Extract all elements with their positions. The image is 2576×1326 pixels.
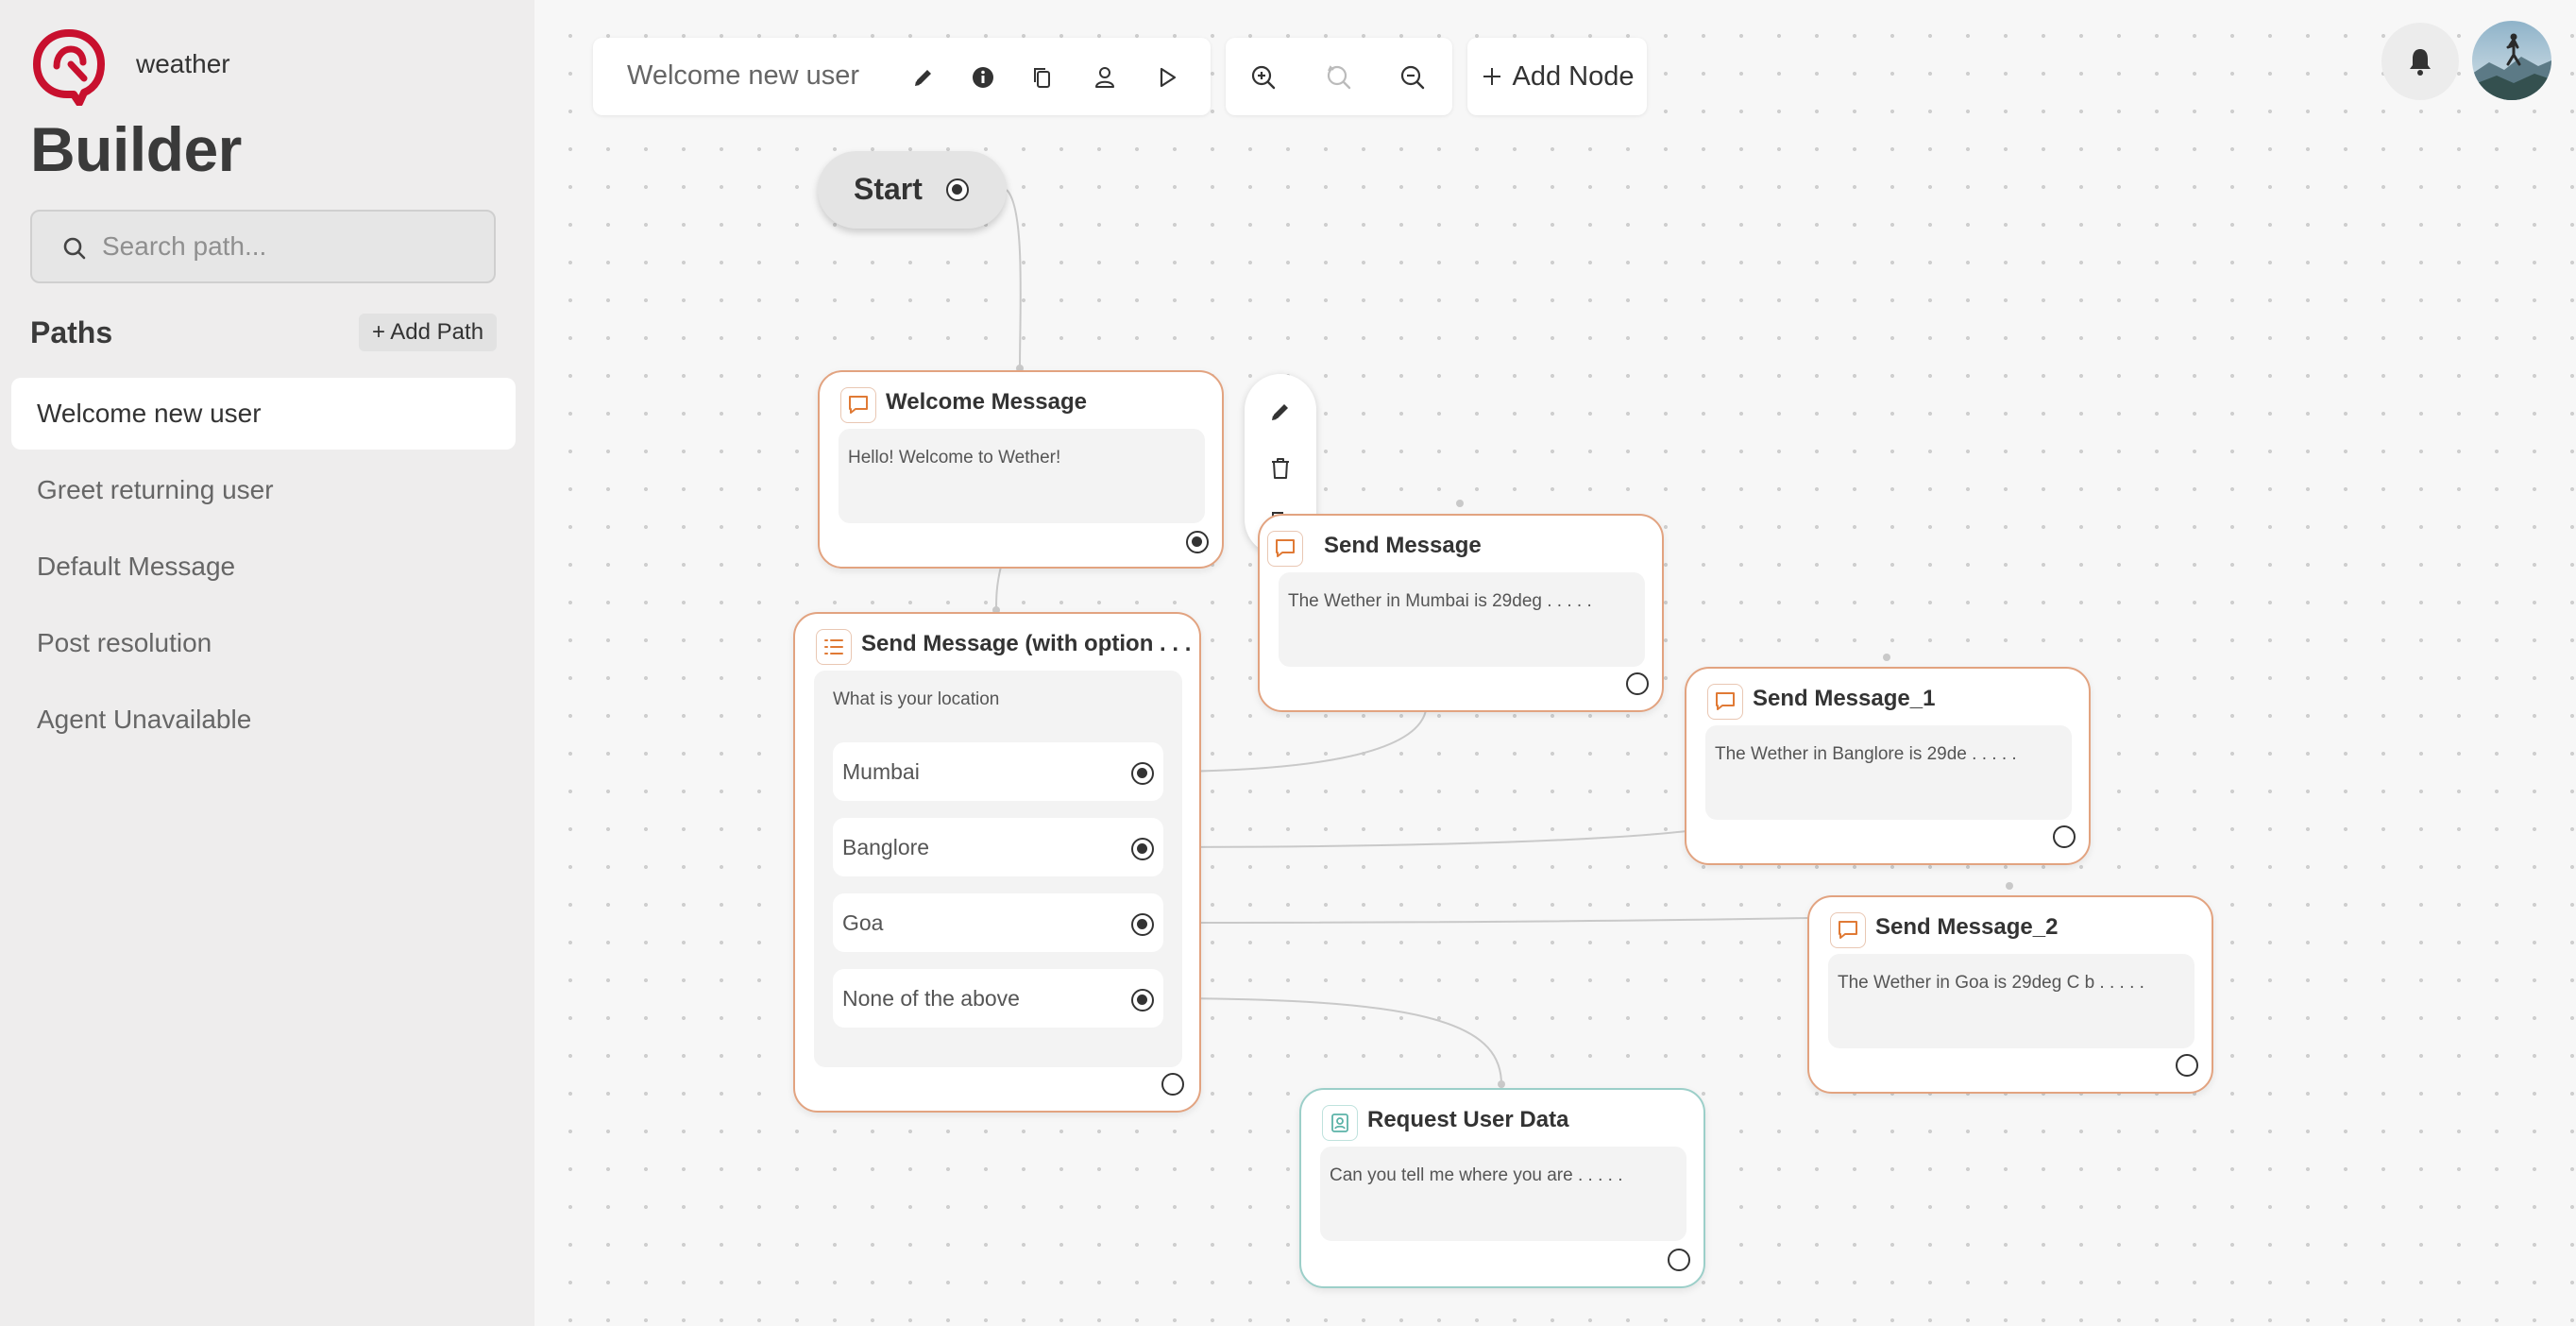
path-item-greet-returning-user[interactable]: Greet returning user — [11, 454, 516, 526]
start-output-handle[interactable] — [946, 178, 969, 201]
node-text: The Wether in Goa is 29deg C b . . . . . — [1828, 954, 2195, 1048]
option-none-of-the-above[interactable]: None of the above — [833, 969, 1163, 1028]
node-welcome-message[interactable]: Welcome Message Hello! Welcome to Wether… — [818, 370, 1224, 569]
list-icon — [816, 629, 852, 665]
node-request-user-data[interactable]: Request User Data Can you tell me where … — [1299, 1088, 1705, 1288]
node-send-message-2[interactable]: Send Message_2 The Wether in Goa is 29de… — [1807, 895, 2213, 1094]
edit-icon[interactable] — [1265, 397, 1296, 427]
option-label: Goa — [842, 910, 884, 935]
option-label: None of the above — [842, 985, 1020, 1011]
output-handle[interactable] — [1668, 1249, 1690, 1271]
info-icon[interactable] — [968, 62, 998, 93]
zoom-toolbar — [1226, 38, 1452, 115]
message-icon — [1830, 912, 1866, 948]
node-title: Send Message_2 — [1875, 914, 2059, 940]
node-send-message-1[interactable]: Send Message_1 The Wether in Banglore is… — [1685, 667, 2091, 865]
start-node[interactable]: Start — [818, 151, 1007, 229]
add-path-button[interactable]: + Add Path — [359, 314, 497, 351]
output-handle[interactable] — [2053, 825, 2076, 848]
reset-zoom-icon[interactable] — [1324, 62, 1354, 93]
search-icon — [63, 237, 86, 260]
node-title: Request User Data — [1367, 1107, 1569, 1132]
option-mumbai[interactable]: Mumbai — [833, 742, 1163, 801]
avatar[interactable] — [2472, 21, 2551, 100]
sidebar: weather Builder Paths + Add Path Welcome… — [0, 0, 534, 1326]
path-item-agent-unavailable[interactable]: Agent Unavailable — [11, 684, 516, 756]
node-text: Can you tell me where you are . . . . . — [1320, 1147, 1686, 1241]
node-text: The Wether in Mumbai is 29deg . . . . . — [1279, 572, 1645, 667]
user-icon[interactable] — [1090, 62, 1120, 93]
option-output-handle[interactable] — [1131, 762, 1154, 785]
path-toolbar: Welcome new user — [593, 38, 1211, 115]
notifications-button[interactable] — [2381, 23, 2459, 100]
option-output-handle[interactable] — [1131, 838, 1154, 860]
message-icon — [1267, 531, 1303, 567]
option-goa[interactable]: Goa — [833, 893, 1163, 952]
message-icon — [840, 387, 876, 423]
node-title: Send Message_1 — [1753, 686, 1936, 711]
output-handle[interactable] — [2176, 1054, 2198, 1077]
node-send-message[interactable]: Send Message The Wether in Mumbai is 29d… — [1258, 514, 1664, 712]
start-label: Start — [854, 172, 923, 206]
contact-card-icon — [1322, 1105, 1358, 1141]
node-text: Hello! Welcome to Wether! — [839, 429, 1205, 523]
bell-icon — [2410, 49, 2431, 76]
node-title: Send Message (with option . . . — [861, 631, 1192, 656]
edit-icon[interactable] — [908, 62, 939, 93]
output-handle[interactable] — [1186, 531, 1209, 553]
add-node-content: Add Node — [1467, 38, 1647, 115]
add-node-button[interactable]: Add Node — [1467, 38, 1647, 115]
zoom-in-icon[interactable] — [1248, 62, 1279, 93]
app-logo — [33, 29, 105, 106]
options-panel: What is your location Mumbai Banglore Go… — [814, 671, 1182, 1067]
search-input[interactable] — [102, 212, 480, 281]
search-box[interactable] — [30, 210, 496, 283]
output-handle[interactable] — [1626, 672, 1649, 695]
node-text: The Wether in Banglore is 29de . . . . . — [1705, 725, 2072, 820]
path-item-default-message[interactable]: Default Message — [11, 531, 516, 603]
play-icon[interactable] — [1152, 62, 1182, 93]
trash-icon[interactable] — [1265, 453, 1296, 484]
app-name: weather — [136, 49, 230, 78]
paths-heading: Paths — [30, 315, 113, 349]
plus-icon — [1483, 68, 1500, 85]
option-banglore[interactable]: Banglore — [833, 818, 1163, 876]
path-item-post-resolution[interactable]: Post resolution — [11, 607, 516, 679]
option-label: Banglore — [842, 834, 930, 859]
copy-icon[interactable] — [1027, 62, 1058, 93]
option-output-handle[interactable] — [1131, 913, 1154, 936]
page-title: Builder — [30, 114, 242, 184]
node-title: Welcome Message — [886, 389, 1087, 415]
node-question: What is your location — [833, 689, 1000, 709]
output-handle[interactable] — [1161, 1073, 1184, 1096]
zoom-out-icon[interactable] — [1398, 62, 1428, 93]
node-send-message-with-options[interactable]: Send Message (with option . . . What is … — [793, 612, 1201, 1113]
path-title: Welcome new user — [627, 60, 860, 91]
option-output-handle[interactable] — [1131, 989, 1154, 1012]
add-node-label: Add Node — [1512, 60, 1635, 92]
option-label: Mumbai — [842, 758, 920, 784]
message-icon — [1707, 684, 1743, 720]
node-title: Send Message — [1324, 533, 1482, 558]
path-item-welcome-new-user[interactable]: Welcome new user — [11, 378, 516, 450]
